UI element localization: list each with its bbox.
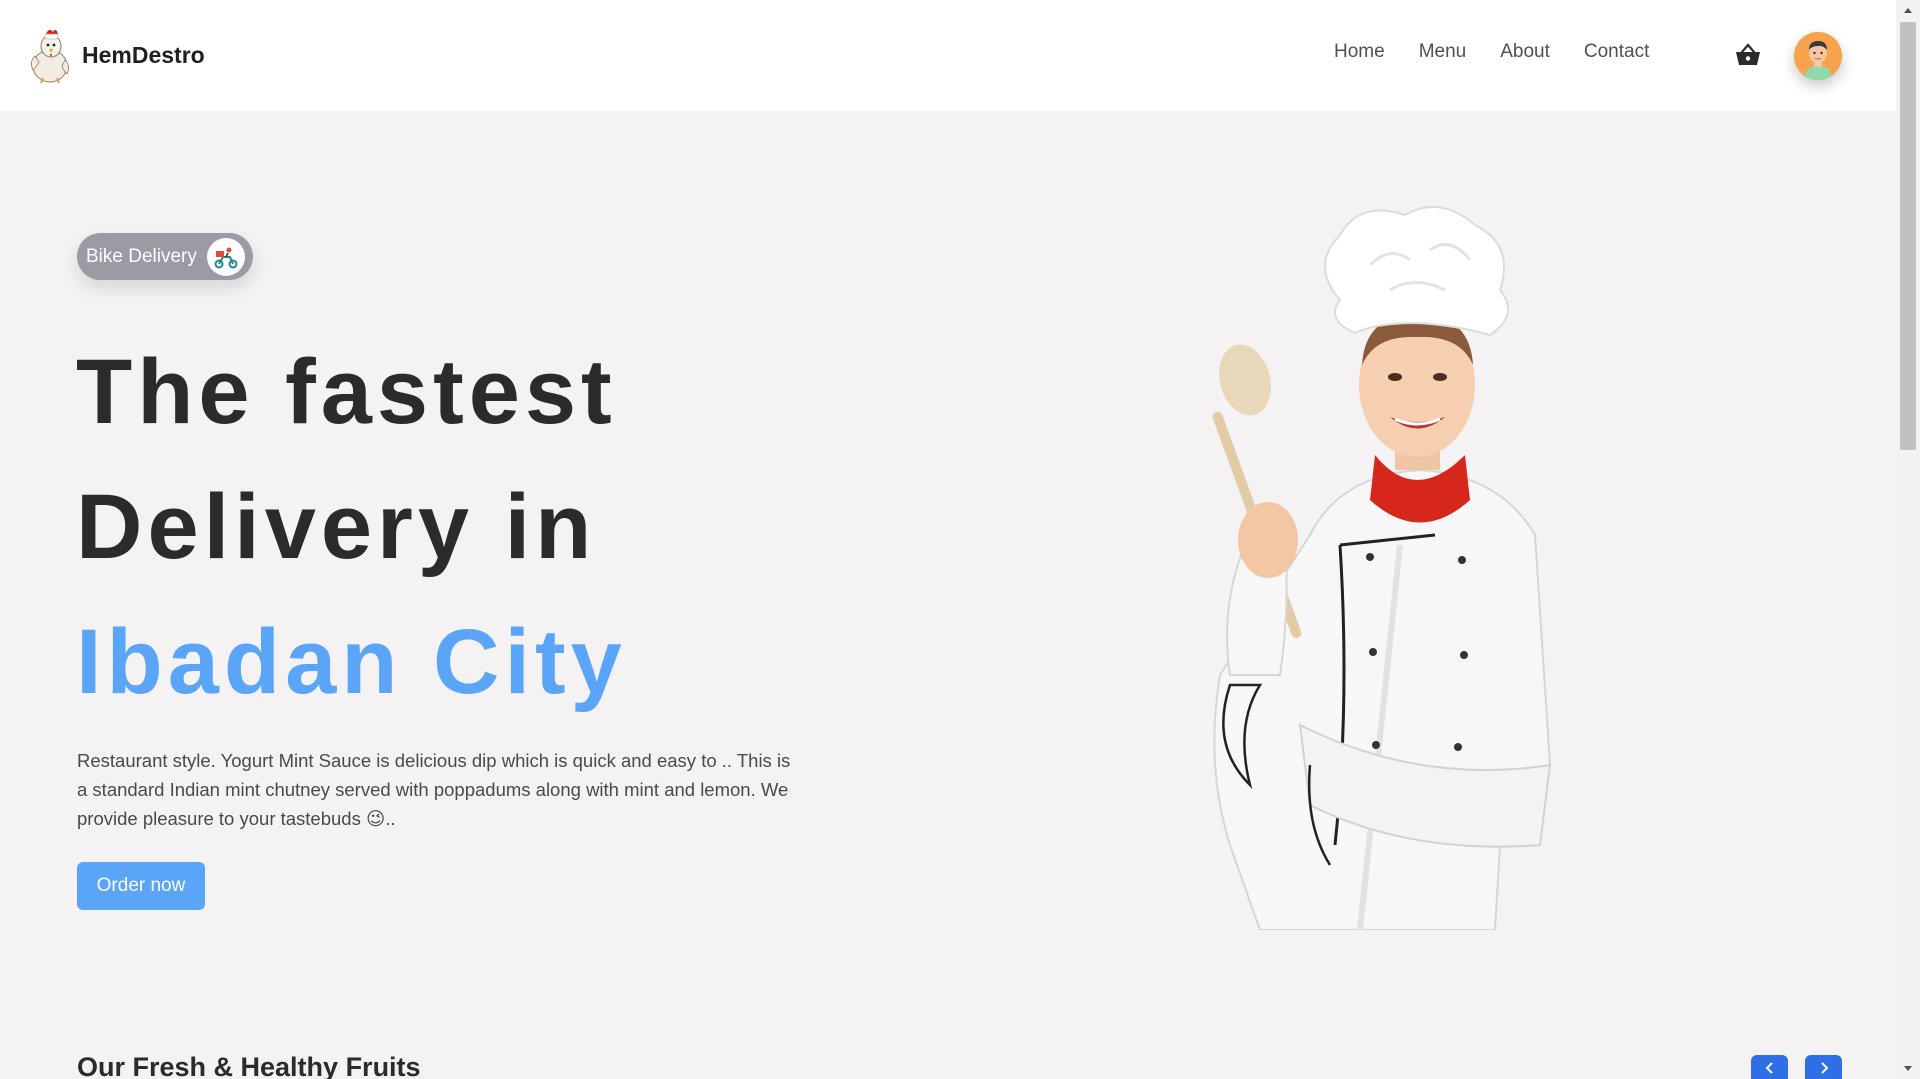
user-avatar-button[interactable]	[1794, 32, 1842, 80]
scroll-down-button[interactable]	[1896, 1059, 1920, 1079]
carousel-prev-button[interactable]	[1751, 1055, 1788, 1079]
bike-delivery-badge: Bike Delivery	[77, 233, 253, 280]
hero-title-line-2: Delivery in	[76, 476, 597, 578]
nav-item-home[interactable]: Home	[1334, 41, 1385, 63]
badge-label: Bike Delivery	[86, 245, 197, 267]
brand-name: HemDestro	[82, 41, 205, 68]
main-nav: Home Menu About Contact	[1334, 41, 1649, 63]
hero-title-accent: Ibadan City	[76, 611, 627, 713]
hero-title: The fastest Delivery in Ibadan City	[76, 325, 627, 730]
carousel-next-button[interactable]	[1805, 1055, 1842, 1079]
nav-item-about[interactable]: About	[1500, 41, 1550, 63]
delivery-scooter-icon	[214, 247, 238, 268]
scroll-up-button[interactable]	[1896, 0, 1920, 20]
badge-icon-wrap	[206, 237, 245, 276]
brand-logo-link[interactable]: HemDestro	[27, 26, 205, 84]
chef-image	[1212, 206, 1552, 930]
user-avatar-icon	[1794, 32, 1842, 80]
rooster-chef-logo-icon	[31, 29, 69, 84]
fruits-section-title: Our Fresh & Healthy Fruits	[77, 1052, 421, 1079]
page: HemDestro Home Menu About Contact Bike D…	[0, 0, 1896, 1079]
chevron-right-icon	[1820, 1062, 1828, 1074]
scroll-down-arrow-icon	[1904, 1066, 1912, 1071]
nav-item-contact[interactable]: Contact	[1584, 41, 1649, 63]
chevron-left-icon	[1765, 1062, 1773, 1074]
vertical-scrollbar[interactable]	[1896, 0, 1920, 1079]
hero-title-line-1: The fastest	[76, 341, 617, 443]
basket-icon	[1736, 43, 1760, 65]
site-header: HemDestro Home Menu About Contact	[0, 0, 1896, 111]
hero-description: Restaurant style. Yogurt Mint Sauce is d…	[77, 750, 791, 829]
scrollbar-thumb[interactable]	[1900, 22, 1916, 450]
order-now-button[interactable]: Order now	[77, 862, 205, 910]
cart-button[interactable]	[1733, 40, 1763, 70]
scroll-up-arrow-icon	[1904, 8, 1912, 13]
nav-item-menu[interactable]: Menu	[1419, 41, 1467, 63]
